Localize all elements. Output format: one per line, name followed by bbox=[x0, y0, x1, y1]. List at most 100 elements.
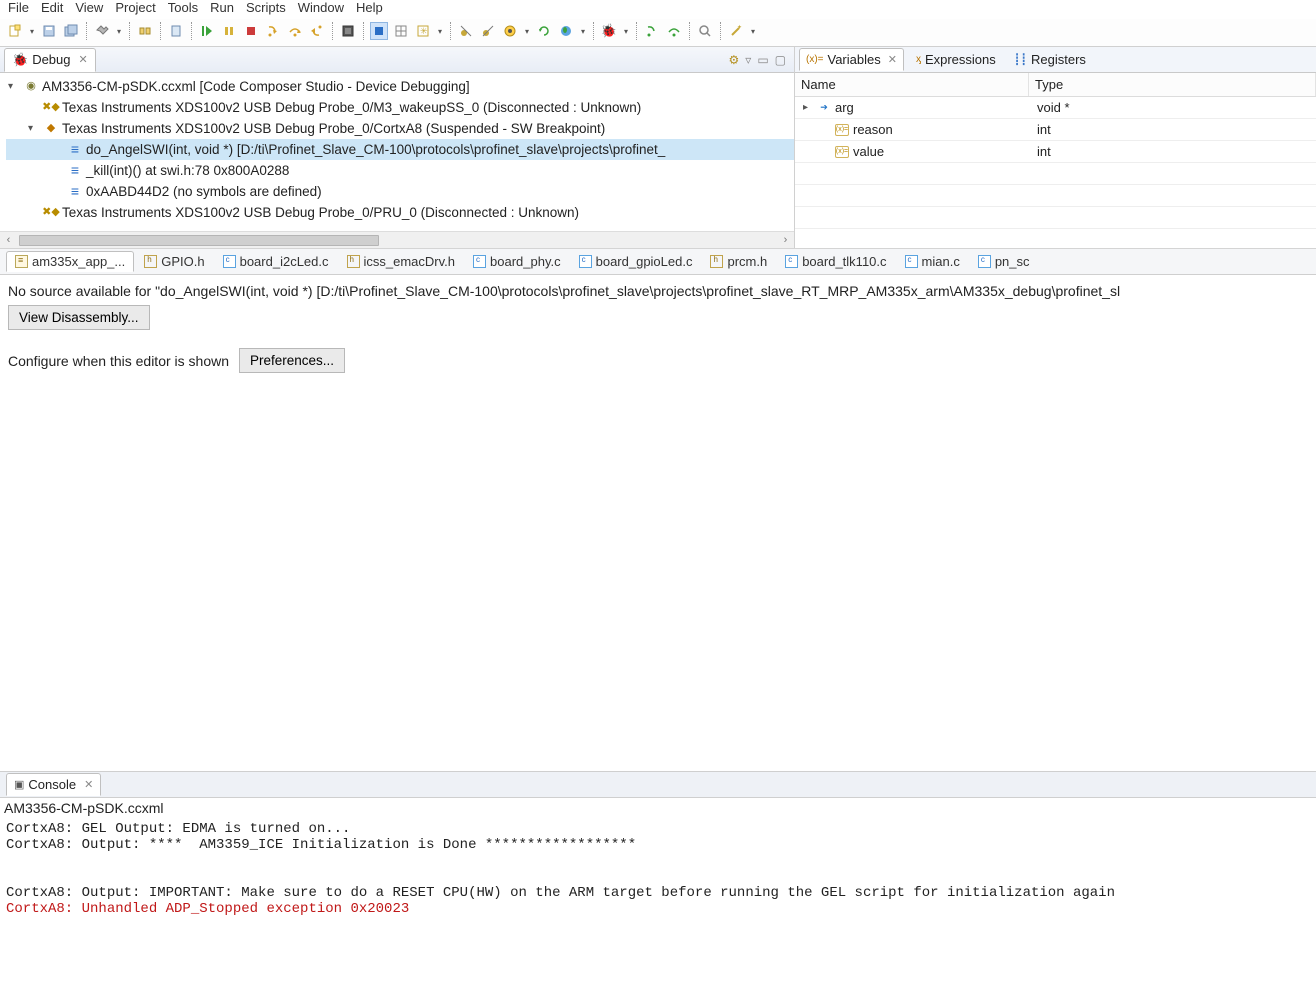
close-icon[interactable]: ✕ bbox=[79, 53, 88, 66]
editor-tab[interactable]: pn_sc bbox=[970, 252, 1038, 271]
resume-icon[interactable] bbox=[198, 22, 216, 40]
new-target-icon[interactable]: ✳ bbox=[414, 22, 432, 40]
earth-dropdown[interactable]: ▾ bbox=[579, 22, 587, 40]
configure-editor-label: Configure when this editor is shown bbox=[8, 353, 229, 369]
editor-tab[interactable]: GPIO.h bbox=[136, 252, 212, 271]
wand-icon[interactable]: ✦ bbox=[727, 22, 745, 40]
debug-config-row[interactable]: ▾ ◉ AM3356-CM-pSDK.ccxml [Code Composer … bbox=[6, 76, 794, 97]
probe-a8-row[interactable]: ▾ ◆ Texas Instruments XDS100v2 USB Debug… bbox=[6, 118, 794, 139]
search-icon[interactable] bbox=[696, 22, 714, 40]
view-dropdown-icon[interactable]: ▿ bbox=[745, 53, 751, 67]
maximize-icon[interactable]: ▢ bbox=[775, 53, 786, 67]
editor-tab[interactable]: board_gpioLed.c bbox=[571, 252, 701, 271]
reset-icon[interactable] bbox=[339, 22, 357, 40]
menu-edit[interactable]: Edit bbox=[41, 0, 63, 15]
close-icon[interactable]: ✕ bbox=[84, 778, 93, 791]
menu-project[interactable]: Project bbox=[115, 0, 155, 15]
debug-hscrollbar[interactable]: ‹ › bbox=[0, 231, 794, 248]
terminate-icon[interactable] bbox=[242, 22, 260, 40]
stack-frame-1[interactable]: ≡ _kill(int)() at swi.h:78 0x800A0288 bbox=[6, 160, 794, 181]
realtime-toggle-icon[interactable] bbox=[370, 22, 388, 40]
col-type[interactable]: Type bbox=[1029, 73, 1316, 96]
variable-row[interactable]: ▸➔argvoid * bbox=[795, 97, 1316, 119]
suspend-icon[interactable] bbox=[220, 22, 238, 40]
skip-breakpoints-icon[interactable] bbox=[457, 22, 475, 40]
view-disassembly-button[interactable]: View Disassembly... bbox=[8, 305, 150, 330]
menu-scripts[interactable]: Scripts bbox=[246, 0, 286, 15]
editor-tab[interactable]: am335x_app_... bbox=[6, 251, 134, 272]
stack-frame-1-label: _kill(int)() at swi.h:78 0x800A0288 bbox=[86, 160, 289, 181]
stack-frame-2[interactable]: ≡ 0xAABD44D2 (no symbols are defined) bbox=[6, 181, 794, 202]
tab-variables[interactable]: (x)= Variables ✕ bbox=[799, 48, 904, 71]
editor-tab[interactable]: board_tlk110.c bbox=[777, 252, 894, 271]
profile-icon[interactable] bbox=[501, 22, 519, 40]
preferences-button[interactable]: Preferences... bbox=[239, 348, 345, 373]
probe-pru-row[interactable]: ✖◆ Texas Instruments XDS100v2 USB Debug … bbox=[6, 202, 794, 223]
save-all-icon[interactable] bbox=[62, 22, 80, 40]
debug-view: 🐞 Debug ✕ ⚙ ▿ ▭ ▢ ▾ ◉ AM3356-CM-pSDK.ccx… bbox=[0, 47, 795, 248]
menu-help[interactable]: Help bbox=[356, 0, 383, 15]
variable-row[interactable]: (x)=valueint bbox=[795, 141, 1316, 163]
h-file-icon bbox=[710, 255, 723, 268]
new-target-dropdown[interactable]: ▾ bbox=[436, 22, 444, 40]
editor-tab[interactable]: prcm.h bbox=[702, 252, 775, 271]
bug-icon: 🐞 bbox=[12, 52, 28, 68]
svg-text:✦: ✦ bbox=[737, 24, 742, 31]
debug-icon[interactable]: 🐞 bbox=[600, 22, 618, 40]
scroll-right-icon[interactable]: › bbox=[777, 234, 794, 246]
console-line: CortxA8: GEL Output: EDMA is turned on..… bbox=[6, 821, 1310, 837]
assembly-step-icon[interactable] bbox=[167, 22, 185, 40]
tab-debug[interactable]: 🐞 Debug ✕ bbox=[4, 48, 96, 72]
disconnected-cpu-icon: ✖◆ bbox=[44, 101, 58, 115]
tab-expressions[interactable]: ᶍ Expressions bbox=[910, 49, 1002, 70]
step-over-icon[interactable] bbox=[286, 22, 304, 40]
variables-view: (x)= Variables ✕ ᶍ Expressions ┋┋ Regist… bbox=[795, 47, 1316, 248]
scroll-left-icon[interactable]: ‹ bbox=[0, 234, 17, 246]
menu-file[interactable]: File bbox=[8, 0, 29, 15]
view-menu-icon[interactable]: ⚙ bbox=[729, 53, 740, 67]
grid-icon[interactable] bbox=[392, 22, 410, 40]
console-title: AM3356-CM-pSDK.ccxml bbox=[0, 798, 1316, 819]
stack-frame-0[interactable]: ≡ do_AngelSWI(int, void *) [D:/ti\Profin… bbox=[6, 139, 794, 160]
debug-view-controls: ⚙ ▿ ▭ ▢ bbox=[729, 53, 794, 67]
variable-name: reason bbox=[853, 122, 893, 137]
editor-tab[interactable]: board_phy.c bbox=[465, 252, 569, 271]
save-icon[interactable] bbox=[40, 22, 58, 40]
profile-dropdown[interactable]: ▾ bbox=[523, 22, 531, 40]
variable-row-empty bbox=[795, 229, 1316, 248]
tab-console[interactable]: ▣ Console ✕ bbox=[6, 773, 101, 796]
build-dropdown[interactable]: ▾ bbox=[115, 22, 123, 40]
console-output[interactable]: CortxA8: GEL Output: EDMA is turned on..… bbox=[0, 819, 1316, 987]
scroll-thumb[interactable] bbox=[19, 235, 379, 246]
close-icon[interactable]: ✕ bbox=[888, 53, 897, 66]
debug-dropdown[interactable]: ▾ bbox=[622, 22, 630, 40]
debug-tree[interactable]: ▾ ◉ AM3356-CM-pSDK.ccxml [Code Composer … bbox=[0, 73, 794, 231]
console-line: CortxA8: Unhandled ADP_Stopped exception… bbox=[6, 901, 1310, 917]
refresh-icon[interactable] bbox=[535, 22, 553, 40]
menu-window[interactable]: Window bbox=[298, 0, 344, 15]
new-dropdown[interactable]: ▾ bbox=[28, 22, 36, 40]
menu-tools[interactable]: Tools bbox=[168, 0, 198, 15]
menu-view[interactable]: View bbox=[75, 0, 103, 15]
probe-m3-row[interactable]: ✖◆ Texas Instruments XDS100v2 USB Debug … bbox=[6, 97, 794, 118]
menu-run[interactable]: Run bbox=[210, 0, 234, 15]
variable-row[interactable]: (x)=reasonint bbox=[795, 119, 1316, 141]
step-return-icon[interactable] bbox=[308, 22, 326, 40]
wand-dropdown[interactable]: ▾ bbox=[749, 22, 757, 40]
build-icon[interactable] bbox=[93, 22, 111, 40]
editor-tab[interactable]: board_i2cLed.c bbox=[215, 252, 337, 271]
col-name[interactable]: Name bbox=[795, 73, 1029, 96]
editor-tab[interactable]: icss_emacDrv.h bbox=[339, 252, 464, 271]
earth-icon[interactable] bbox=[557, 22, 575, 40]
step-asm-over-icon[interactable] bbox=[665, 22, 683, 40]
new-icon[interactable] bbox=[6, 22, 24, 40]
step-asm-into-icon[interactable] bbox=[643, 22, 661, 40]
c-file-icon bbox=[473, 255, 486, 268]
connect-icon[interactable] bbox=[136, 22, 154, 40]
step-into-icon[interactable] bbox=[264, 22, 282, 40]
skip-breakpoints2-icon[interactable] bbox=[479, 22, 497, 40]
tab-registers[interactable]: ┋┋ Registers bbox=[1008, 49, 1092, 70]
editor-tab[interactable]: mian.c bbox=[897, 252, 968, 271]
minimize-icon[interactable]: ▭ bbox=[757, 53, 768, 67]
variable-name: arg bbox=[835, 100, 854, 115]
